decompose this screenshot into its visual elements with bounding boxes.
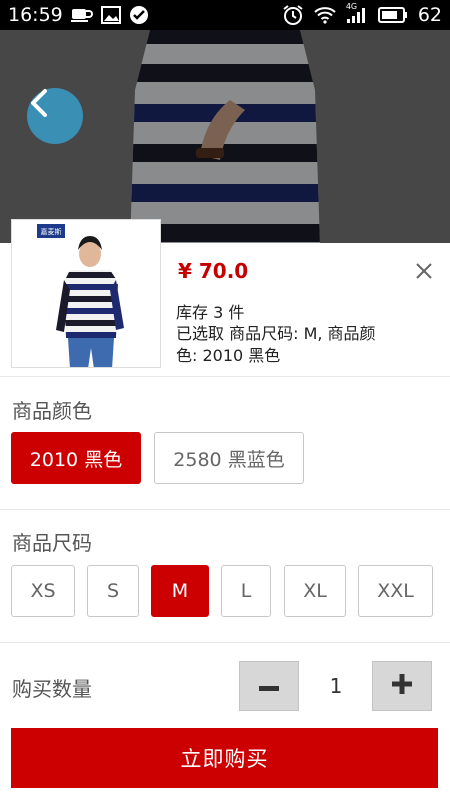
status-time: 16:59	[8, 4, 63, 26]
quantity-value[interactable]: 1	[310, 661, 362, 711]
sku-selector-sheet: 嘉麦斯 ¥ 70.0 库存 3 件 已选取 商品尺码: M, 商品颜色: 201…	[0, 219, 450, 800]
product-price: ¥ 70.0	[178, 259, 249, 283]
buy-now-button[interactable]: 立即购买	[11, 728, 438, 788]
size-option-s[interactable]: S	[87, 565, 139, 617]
product-thumbnail: 嘉麦斯	[11, 219, 161, 368]
thumbnail-brand-text: 嘉麦斯	[41, 227, 62, 236]
image-icon	[100, 6, 121, 24]
size-option-m[interactable]: M	[151, 565, 209, 617]
color-option-2580-navy[interactable]: 2580 黑蓝色	[154, 432, 304, 484]
product-backdrop-image	[0, 30, 450, 245]
signal-icon: 4G	[346, 2, 368, 24]
size-option-xs[interactable]: XS	[11, 565, 75, 617]
divider	[0, 642, 450, 643]
quantity-decrease-button[interactable]	[239, 661, 299, 711]
wifi-icon	[314, 6, 336, 24]
status-bar: 16:59 4G 62	[0, 0, 450, 30]
minus-icon	[259, 677, 279, 696]
divider	[0, 509, 450, 510]
divider	[0, 376, 450, 377]
size-option-l[interactable]: L	[221, 565, 271, 617]
quantity-increase-button[interactable]	[372, 661, 432, 711]
plus-icon	[392, 674, 412, 698]
color-section-title: 商品颜色	[12, 399, 92, 423]
size-section-title: 商品尺码	[12, 531, 92, 555]
network-type-label: 4G	[345, 2, 358, 11]
color-option-2010-black[interactable]: 2010 黑色	[11, 432, 141, 484]
size-option-xxl[interactable]: XXL	[358, 565, 433, 617]
back-button[interactable]	[27, 88, 83, 144]
alarm-icon	[282, 4, 304, 26]
battery-icon	[377, 7, 408, 23]
close-icon[interactable]	[412, 259, 436, 283]
check-circle-icon	[129, 5, 149, 25]
stock-text: 库存 3 件	[176, 303, 245, 322]
selected-spec-text: 已选取 商品尺码: M, 商品颜色: 2010 黑色	[176, 324, 376, 365]
quantity-label: 购买数量	[12, 677, 92, 701]
size-option-xl[interactable]: XL	[284, 565, 346, 617]
battery-level: 62	[417, 4, 442, 26]
cup-icon	[70, 7, 93, 23]
